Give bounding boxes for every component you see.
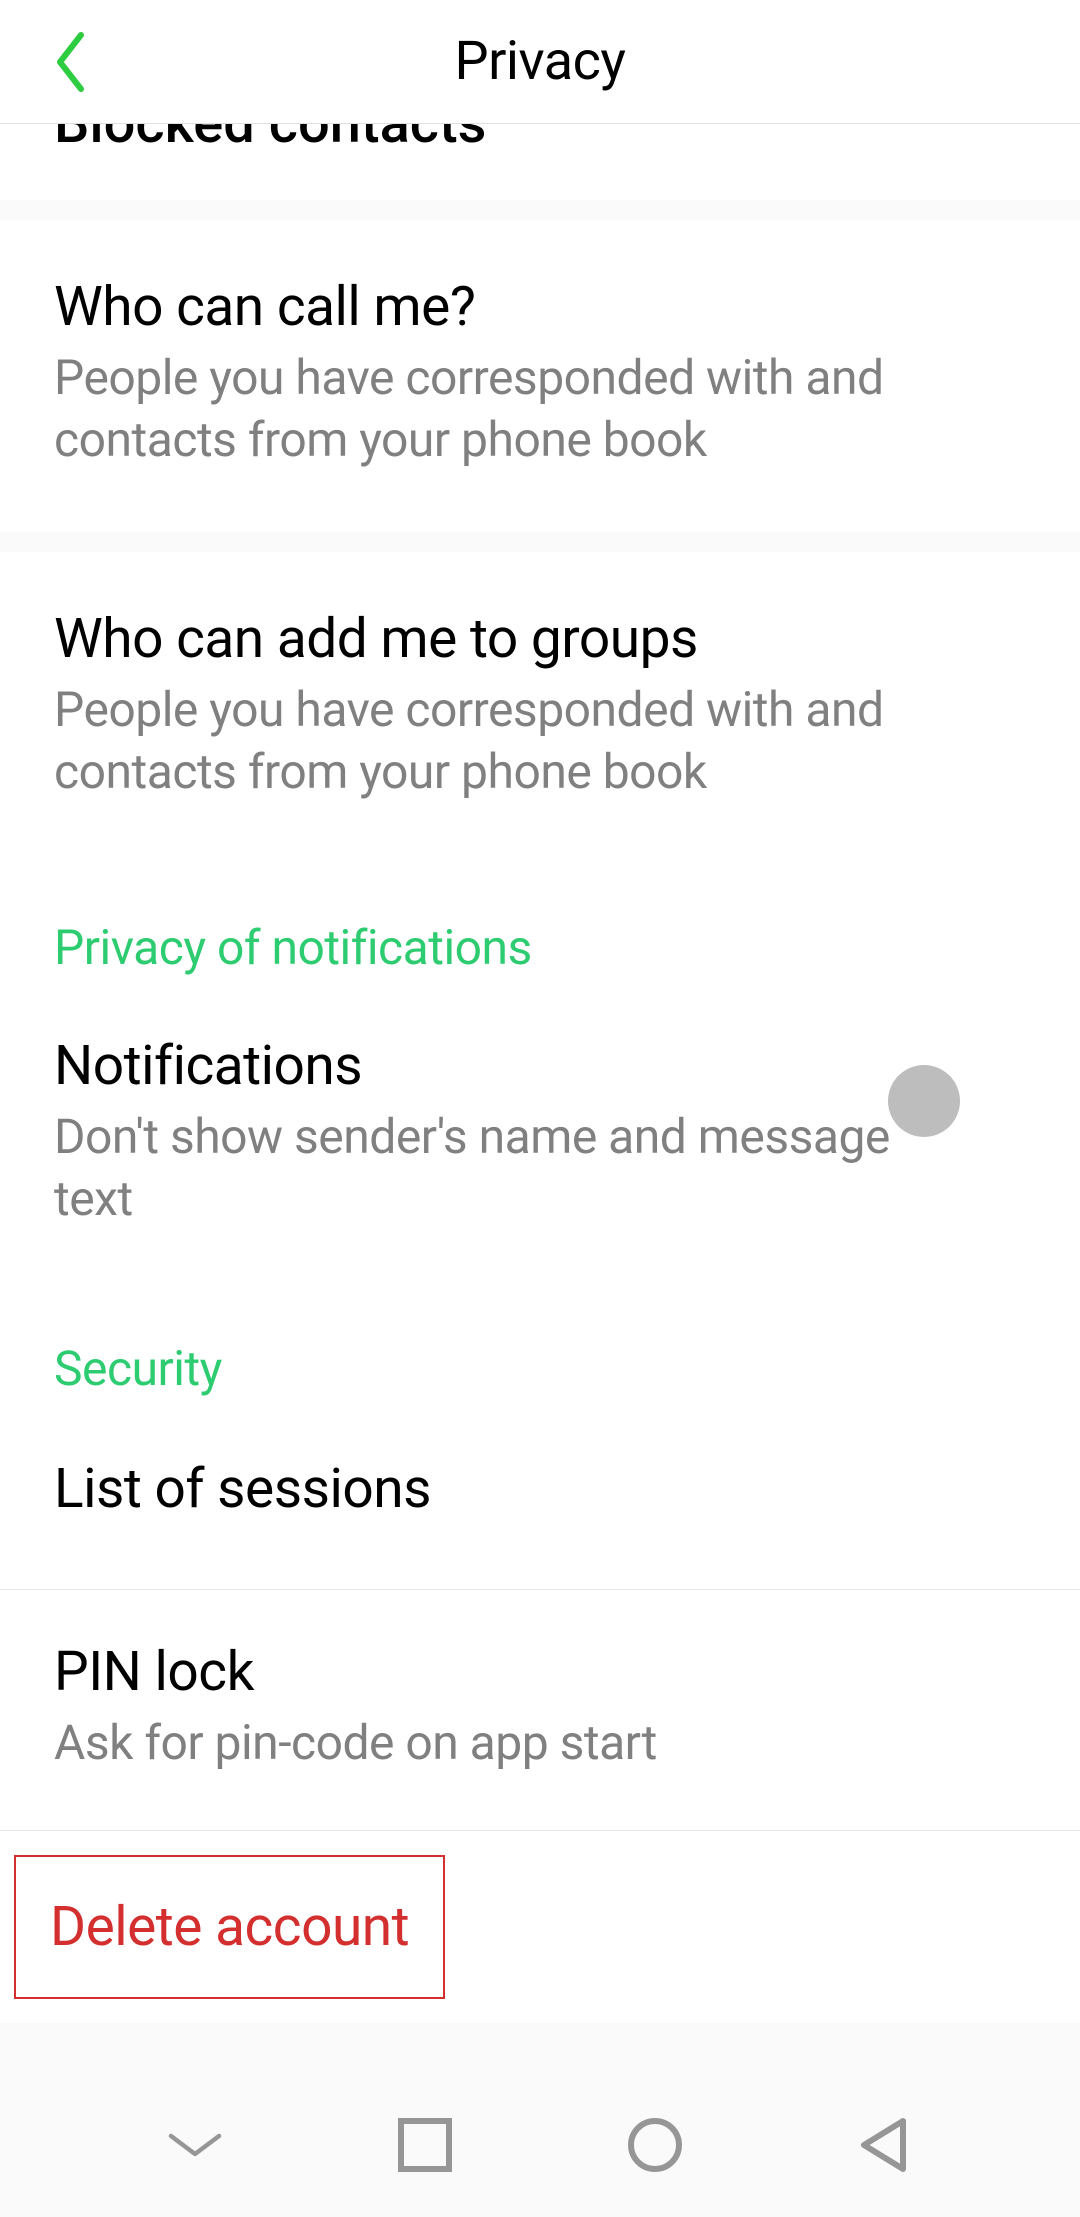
spacer [0, 532, 1080, 552]
delete-account-button[interactable]: Delete account [14, 1855, 445, 1999]
nav-recents[interactable] [395, 2115, 455, 2175]
circle-icon [625, 2115, 685, 2175]
nav-keyboard-hide[interactable] [165, 2115, 225, 2175]
item-subtitle: People you have corresponded with and co… [54, 347, 1026, 472]
item-subtitle: Ask for pin-code on app start [54, 1712, 1026, 1774]
delete-label: Delete account [50, 1895, 409, 1959]
toggle-thumb [888, 1065, 960, 1137]
item-subtitle: Don't show sender's name and message tex… [54, 1106, 950, 1231]
spacer [0, 200, 1080, 220]
item-title: List of sessions [54, 1457, 1026, 1521]
back-button[interactable] [42, 32, 102, 92]
triangle-left-icon [855, 2115, 915, 2175]
section-header-notifications: Privacy of notifications [0, 864, 1080, 1006]
square-icon [395, 2115, 455, 2175]
item-title: PIN lock [54, 1640, 1026, 1704]
system-nav-bar [0, 2073, 1080, 2217]
chevron-left-icon [47, 32, 97, 92]
list-item-notifications[interactable]: Notifications Don't show sender's name a… [0, 1006, 1080, 1286]
delete-container: Delete account [0, 1831, 1080, 2023]
section-header-security: Security [0, 1285, 1080, 1427]
nav-back[interactable] [855, 2115, 915, 2175]
item-subtitle: People you have corresponded with and co… [54, 679, 1026, 804]
chevron-down-icon [165, 2127, 225, 2163]
item-title: Blocked contacts [54, 124, 486, 156]
list-item-blocked[interactable]: Blocked contacts [0, 124, 1080, 200]
header: Privacy [0, 0, 1080, 124]
list-item-sessions[interactable]: List of sessions [0, 1427, 1080, 1589]
item-title: Notifications [54, 1034, 950, 1098]
item-title: Who can add me to groups [54, 607, 1026, 671]
list-item-pin[interactable]: PIN lock Ask for pin-code on app start [0, 1590, 1080, 1829]
list-item-groups[interactable]: Who can add me to groups People you have… [0, 552, 1080, 864]
list-item-call[interactable]: Who can call me? People you have corresp… [0, 220, 1080, 532]
nav-home[interactable] [625, 2115, 685, 2175]
toggle-track [898, 1081, 988, 1121]
notifications-toggle[interactable] [898, 1081, 988, 1121]
item-title: Who can call me? [54, 275, 1026, 339]
page-title: Privacy [0, 30, 1080, 93]
